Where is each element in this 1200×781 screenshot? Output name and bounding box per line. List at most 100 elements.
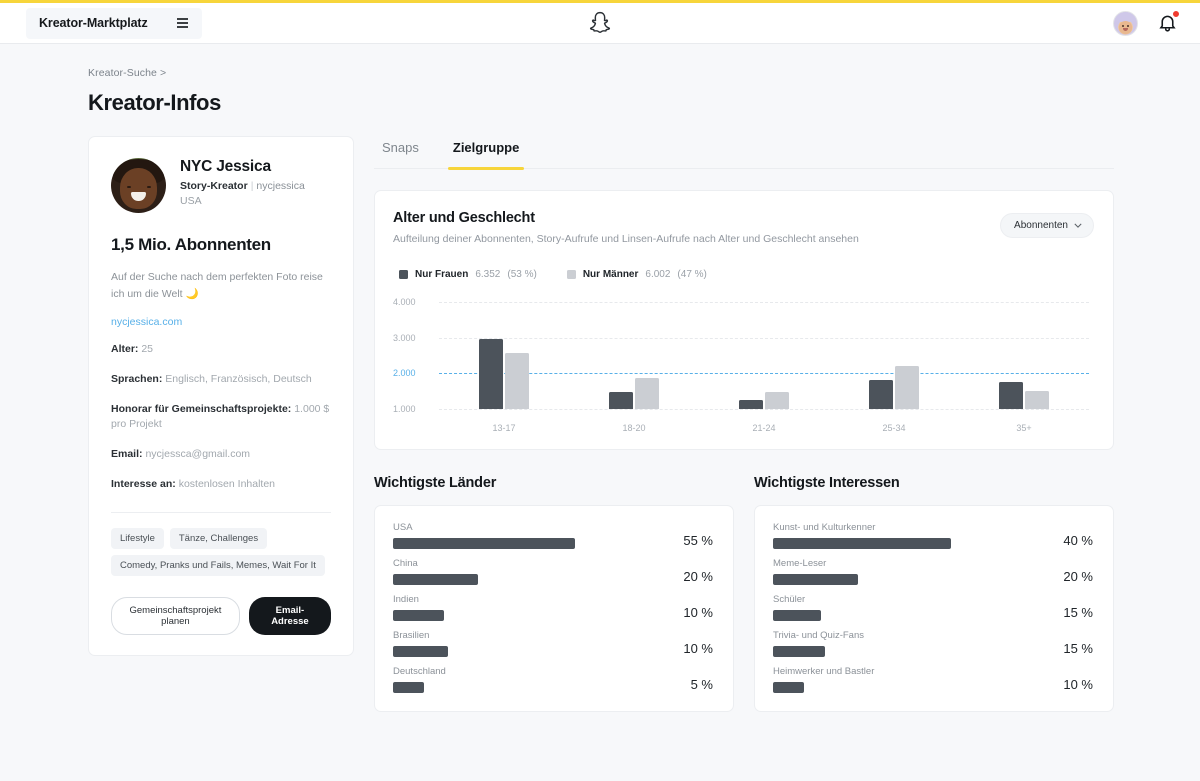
tag-chip[interactable]: Lifestyle (111, 527, 164, 549)
chart-x-tick: 25-34 (882, 423, 906, 433)
interest-stat-row: Trivia- und Quiz-Fans 15 % (773, 630, 1093, 657)
legend-item-female[interactable]: Nur Frauen 6.352 (53 %) (399, 269, 537, 280)
creator-website-link[interactable]: nycjessica.com (111, 316, 331, 328)
stat-percent: 5 % (690, 677, 713, 692)
creator-name: NYC Jessica (180, 158, 271, 175)
bar-female[interactable] (999, 382, 1023, 409)
tab-zielgruppe[interactable]: Zielgruppe (447, 136, 525, 170)
stat-percent: 10 % (683, 641, 713, 656)
profile-header: NYC Jessica Story-Kreator | nycjessica USA (111, 158, 331, 213)
top-countries-panel: Wichtigste Länder USA 55 % China 20 % Indien… (374, 475, 734, 712)
creator-role: Story-Kreator (180, 180, 248, 192)
stat-percent: 10 % (1063, 677, 1093, 692)
profile-photo (111, 158, 166, 213)
notification-bell-icon[interactable] (1157, 9, 1180, 35)
stat-left: Brasilien (393, 630, 673, 657)
creator-role-handle: Story-Kreator | nycjessica (180, 180, 305, 192)
top-interests-list: Kunst- und Kulturkenner 40 % Meme-Leser 20 … (754, 505, 1114, 712)
stat-left: Kunst- und Kulturkenner (773, 522, 1053, 549)
legend-swatch-female (399, 270, 408, 279)
top-countries-list: USA 55 % China 20 % Indien 10 % Brasilien 10 % D… (374, 505, 734, 712)
stat-bar-fill (393, 682, 424, 693)
interest-stat-row: Meme-Leser 20 % (773, 558, 1093, 585)
stat-bar-fill (393, 646, 448, 657)
interest-stat-row: Heimwerker und Bastler 10 % (773, 666, 1093, 693)
field-value: nycjessca@gmail.com (145, 448, 251, 461)
chart-y-tick: 1.000 (393, 404, 416, 414)
breadcrumb[interactable]: Kreator-Suche > (88, 67, 1200, 79)
stat-percent: 40 % (1063, 533, 1093, 548)
creator-handle: nycjessica (256, 180, 305, 192)
panel-title: Wichtigste Länder (374, 475, 497, 491)
content-columns: NYC Jessica Story-Kreator | nycjessica USA… (88, 136, 1200, 712)
legend-label: Nur Frauen (415, 269, 469, 280)
metric-dropdown[interactable]: Abonnenten (1000, 213, 1094, 238)
field-value: 25 (141, 343, 154, 356)
profile-field-email: Email: nycjessca@gmail.com (111, 447, 331, 463)
tab-snaps[interactable]: Snaps (380, 136, 421, 168)
stat-bar-fill (773, 574, 858, 585)
chart-bar-group[interactable] (609, 377, 659, 409)
bar-male[interactable] (895, 366, 919, 409)
bar-male[interactable] (1025, 391, 1049, 409)
field-value: kostenlosen Inhalten (178, 477, 276, 490)
chart-x-tick: 35+ (1016, 423, 1032, 433)
interest-stat-row: Kunst- und Kulturkenner 40 % (773, 522, 1093, 549)
chart-y-tick: 2.000 (393, 368, 416, 379)
chart-y-tick: 3.000 (393, 332, 416, 343)
bar-female[interactable] (479, 339, 503, 409)
stat-label: Kunst- und Kulturkenner (773, 522, 876, 533)
legend-share: (53 %) (507, 269, 537, 280)
dropdown-label: Abonnenten (1014, 220, 1068, 231)
profile-field-interest: Interesse an: kostenlosen Inhalten (111, 477, 331, 493)
chart-subtitle: Aufteilung deiner Abonnenten, Story-Aufr… (393, 233, 859, 245)
profile-field-age: Alter: 25 (111, 342, 331, 358)
bar-male[interactable] (765, 391, 789, 409)
chart-gridline (439, 302, 1089, 303)
stat-label: Meme-Leser (773, 558, 827, 569)
chart-legend: Nur Frauen 6.352 (53 %) Nur Männer 6.002… (393, 269, 1093, 280)
tag-row-1: Lifestyle Tänze, Challenges (111, 527, 331, 549)
legend-item-male[interactable]: Nur Männer 6.002 (47 %) (566, 269, 707, 280)
tag-chip[interactable]: Tänze, Challenges (169, 527, 268, 549)
chart-x-tick: 21-24 (752, 423, 776, 433)
field-value: Englisch, Französisch, Deutsch (165, 372, 312, 385)
stat-bar-fill (393, 610, 444, 621)
stat-left: Schüler (773, 594, 1053, 621)
top-interests-panel: Wichtigste Interessen Kunst- und Kulturk… (754, 475, 1114, 712)
tag-chip[interactable]: Comedy, Pranks und Fails, Memes, Wait Fo… (111, 554, 325, 576)
divider (111, 511, 331, 513)
user-avatar[interactable] (1113, 10, 1138, 36)
stat-left: Meme-Leser (773, 558, 1053, 585)
bar-female[interactable] (869, 380, 893, 409)
bar-male[interactable] (635, 377, 659, 409)
stat-track (393, 610, 673, 621)
field-label: Honorar für Gemeinschaftsprojekte: (111, 402, 292, 415)
stat-label: Trivia- und Quiz-Fans (773, 630, 864, 641)
analytics-column: Snaps Zielgruppe Alter und Geschlecht Au… (374, 136, 1114, 712)
brand-menu-button[interactable]: Kreator-Marktplatz (26, 7, 202, 39)
email-address-button[interactable]: Email-Adresse (248, 596, 331, 635)
stat-percent: 15 % (1063, 641, 1093, 656)
stat-track (773, 682, 1053, 693)
stat-percent: 15 % (1063, 605, 1093, 620)
tag-row-2: Comedy, Pranks und Fails, Memes, Wait Fo… (111, 554, 331, 576)
bar-male[interactable] (505, 352, 529, 409)
chart-bar-group[interactable] (999, 382, 1049, 409)
hamburger-menu-icon[interactable] (177, 18, 188, 28)
stat-label: Heimwerker und Bastler (773, 666, 875, 677)
legend-total: 6.352 (475, 269, 501, 280)
chart-bar-group[interactable] (479, 339, 529, 409)
tab-bar: Snaps Zielgruppe (374, 136, 1114, 170)
stat-percent: 10 % (683, 605, 713, 620)
plan-collaboration-button[interactable]: Gemeinschaftsprojekt planen (111, 596, 240, 635)
age-gender-bar-chart: 4.000 3.000 2.000 1.000 13-17 18-20 21-24 25-34… (393, 293, 1093, 433)
profile-field-fee: Honorar für Gemeinschaftsprojekte: 1.000… (111, 402, 331, 434)
field-label: Interesse an: (111, 477, 176, 490)
chart-bar-group[interactable] (739, 391, 789, 409)
stat-bar-fill (773, 538, 951, 549)
bar-female[interactable] (739, 400, 763, 409)
bar-female[interactable] (609, 392, 633, 409)
chart-gridline (439, 409, 1089, 410)
chart-bar-group[interactable] (869, 366, 919, 409)
